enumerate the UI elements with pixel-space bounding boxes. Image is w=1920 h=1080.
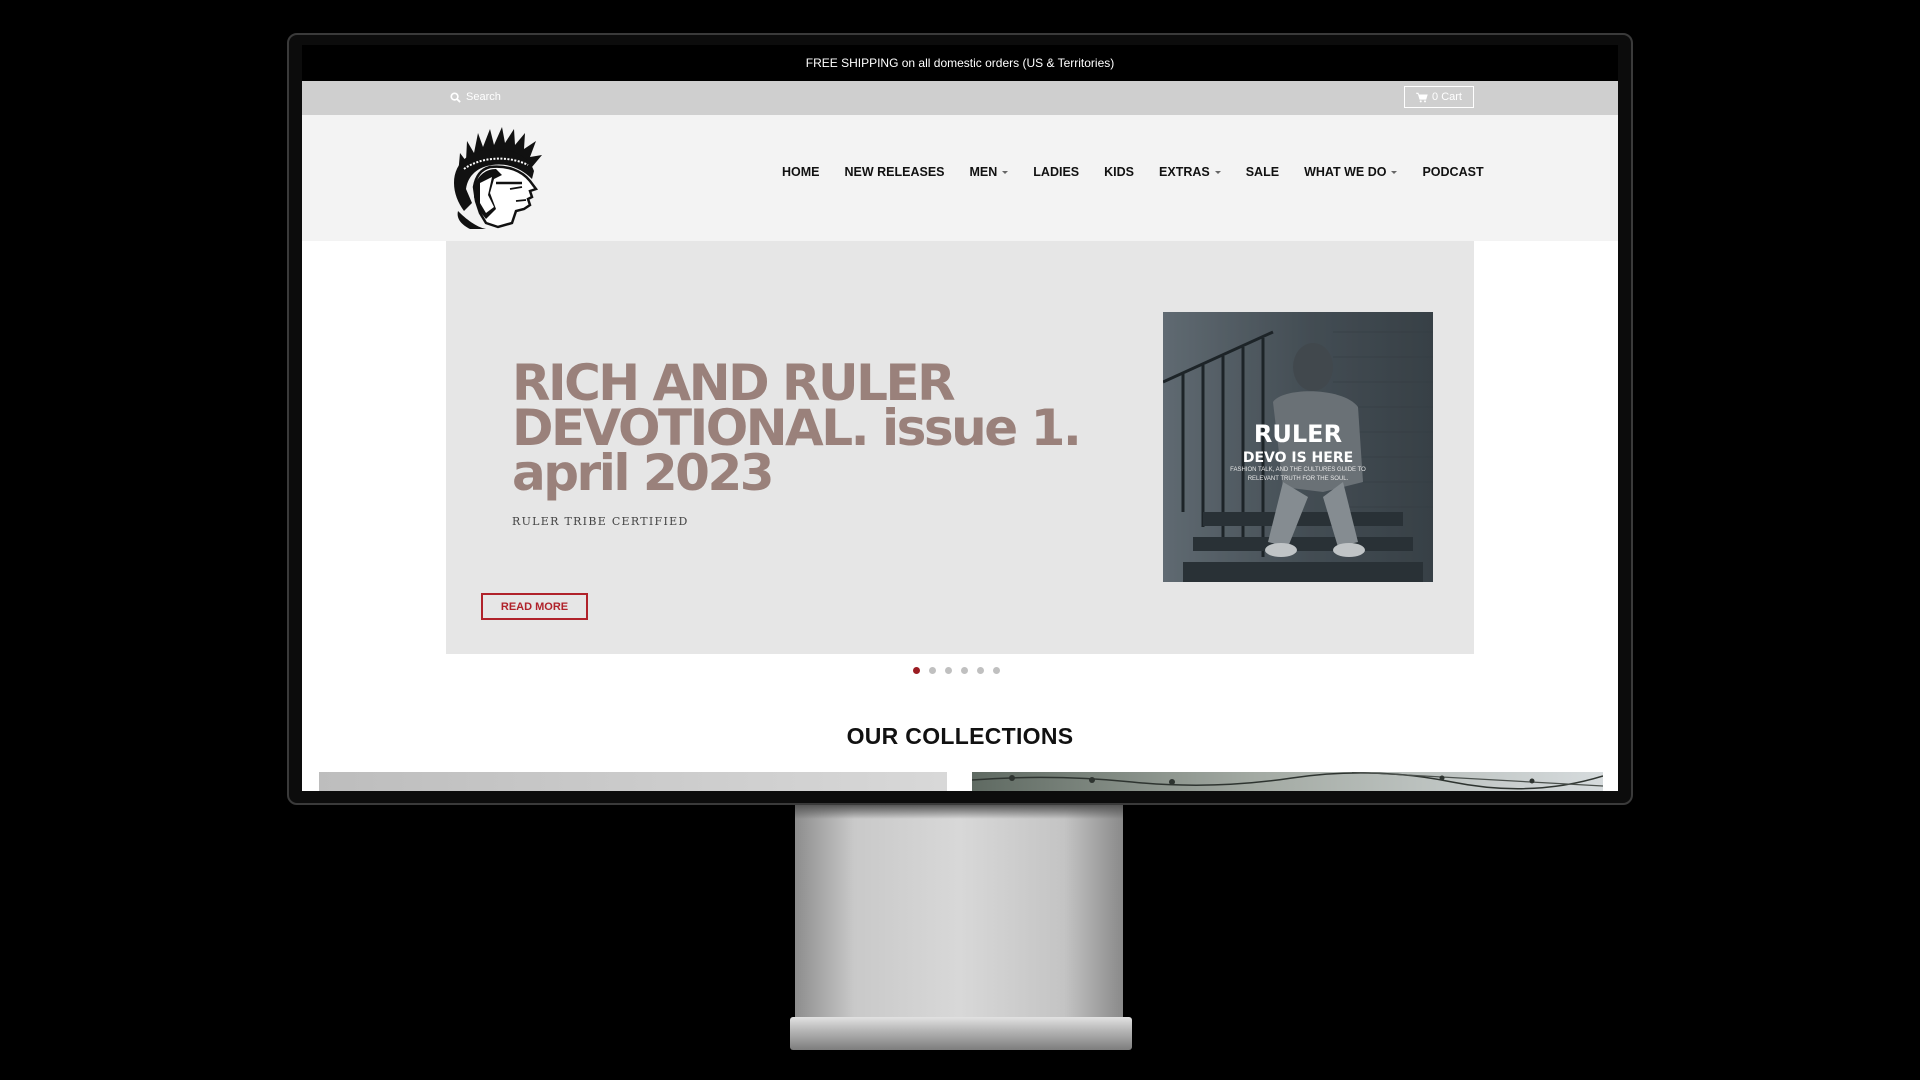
announcement-bar: FREE SHIPPING on all domestic orders (US… <box>302 45 1618 81</box>
nav-ladies-label: LADIES <box>1033 165 1080 179</box>
hero-title: RICH AND RULER DEVOTIONAL. issue 1. apri… <box>512 354 1082 502</box>
nav-home[interactable]: HOME <box>782 165 820 179</box>
cover-heading: RULER <box>1253 420 1343 448</box>
nav-home-label: HOME <box>782 165 820 179</box>
nav-podcast[interactable]: PODCAST <box>1422 165 1483 179</box>
announcement-text: FREE SHIPPING on all domestic orders (US… <box>805 56 1115 70</box>
spartan-helmet-logo[interactable] <box>450 123 546 231</box>
nav-extras-label: EXTRAS <box>1159 165 1210 179</box>
nav-new-releases[interactable]: NEW RELEASES <box>845 165 945 179</box>
nav-podcast-label: PODCAST <box>1422 165 1484 179</box>
slide-dot-2[interactable] <box>929 667 936 674</box>
search-icon <box>450 91 461 103</box>
monitor-stand-neck <box>795 805 1123 1027</box>
site-header: HOME NEW RELEASES MEN LADIES KIDS EXTRAS… <box>302 115 1618 241</box>
read-more-button[interactable]: READ MORE <box>481 593 588 620</box>
nav-what-we-do[interactable]: WHAT WE DO <box>1304 165 1398 179</box>
devotional-cover-image[interactable]: RULER DEVO IS HERE FASHION TALK, AND THE… <box>1163 312 1433 582</box>
slide-dot-1[interactable] <box>913 667 920 674</box>
nav-men-label: MEN <box>969 165 998 179</box>
main-nav: HOME NEW RELEASES MEN LADIES KIDS EXTRAS… <box>782 165 1484 179</box>
read-more-label: READ MORE <box>500 600 569 613</box>
cart-button[interactable]: 0 Cart <box>1404 86 1474 108</box>
slide-dot-6[interactable] <box>993 667 1000 674</box>
slide-dot-3[interactable] <box>945 667 952 674</box>
monitor-stand-shadow <box>795 805 1123 819</box>
nav-what-we-do-label: WHAT WE DO <box>1304 165 1387 179</box>
monitor-stand-foot <box>790 1017 1132 1050</box>
slide-dot-4[interactable] <box>961 667 968 674</box>
utility-bar: Search 0 Cart <box>302 81 1618 115</box>
website-screen: FREE SHIPPING on all domestic orders (US… <box>302 45 1618 791</box>
nav-extras[interactable]: EXTRAS <box>1159 165 1221 179</box>
nav-kids-label: KIDS <box>1104 165 1135 179</box>
chevron-down-icon <box>1002 171 1009 174</box>
hero-subtitle: RULER TRIBE CERTIFIED <box>512 515 689 528</box>
collection-card[interactable] <box>972 772 1603 791</box>
cover-tagline: FASHION TALK, AND THE CULTURES GUIDE TO … <box>1230 467 1366 482</box>
nav-ladies[interactable]: LADIES <box>1033 165 1079 179</box>
cart-label: 0 Cart <box>1432 91 1462 103</box>
nav-sale-label: SALE <box>1245 165 1280 179</box>
chevron-down-icon <box>1391 171 1398 174</box>
slider-dots <box>913 667 1000 674</box>
slide-dot-5[interactable] <box>977 667 984 674</box>
hero-slide: RICH AND RULER DEVOTIONAL. issue 1. apri… <box>446 241 1474 654</box>
cart-icon <box>1416 92 1428 102</box>
collection-card[interactable] <box>319 772 947 791</box>
nav-sale[interactable]: SALE <box>1246 165 1279 179</box>
search-placeholder: Search <box>466 91 501 103</box>
barbed-wire-image <box>972 772 1603 790</box>
search-input[interactable]: Search <box>450 91 501 103</box>
collections-heading: OUR COLLECTIONS <box>846 723 1074 749</box>
cover-subheading: DEVO IS HERE <box>1242 450 1354 466</box>
nav-kids[interactable]: KIDS <box>1104 165 1134 179</box>
nav-new-releases-label: NEW RELEASES <box>844 165 945 179</box>
chevron-down-icon <box>1214 171 1221 174</box>
nav-men[interactable]: MEN <box>970 165 1009 179</box>
